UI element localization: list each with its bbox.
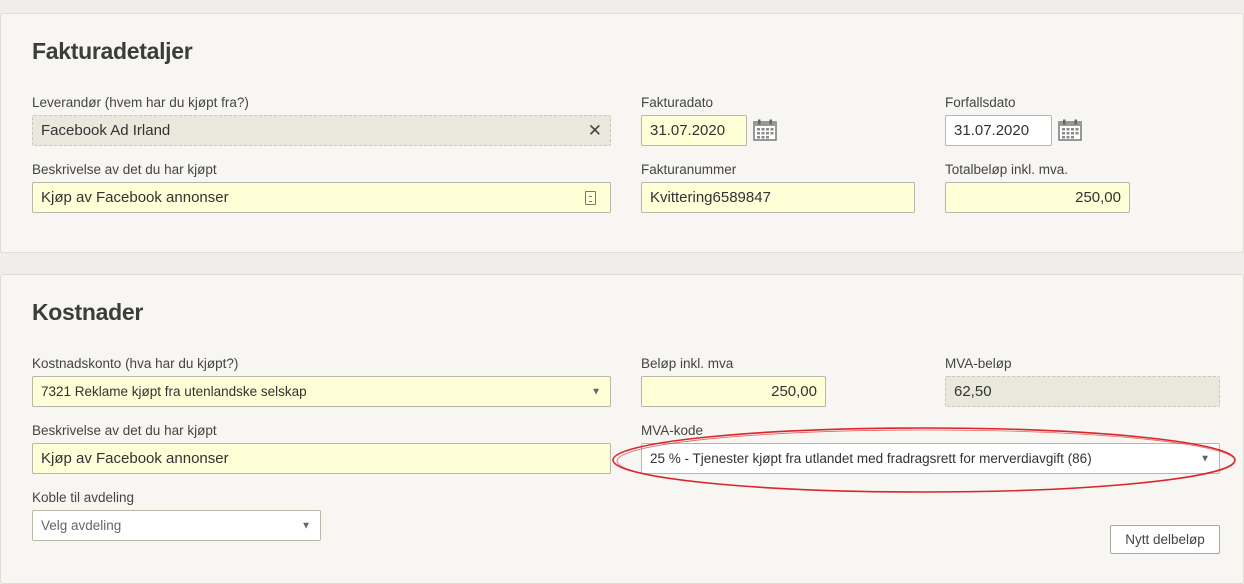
- chevron-down-icon: ▼: [1200, 453, 1210, 464]
- amount-input[interactable]: 250,00: [641, 376, 826, 407]
- vat-code-value: 25 % - Tjenester kjøpt fra utlandet med …: [650, 451, 1092, 466]
- supplier-value: Facebook Ad Irland: [41, 122, 171, 139]
- account-value: 7321 Reklame kjøpt fra utenlandske selsk…: [41, 384, 307, 399]
- invoice-details-heading: Fakturadetaljer: [32, 38, 193, 64]
- due-date-value: 31.07.2020: [954, 122, 1030, 139]
- due-date-label: Forfallsdato: [945, 95, 1016, 110]
- supplier-field[interactable]: Facebook Ad Irland ✕: [32, 115, 611, 146]
- invoice-date-label: Fakturadato: [641, 95, 714, 110]
- vat-code-select[interactable]: 25 % - Tjenester kjøpt fra utlandet med …: [641, 443, 1220, 474]
- cost-description-label: Beskrivelse av det du har kjøpt: [32, 423, 217, 438]
- invoice-details-panel: Fakturadetaljer Leverandør (hvem har du …: [0, 13, 1244, 253]
- chevron-down-icon: ▼: [301, 520, 311, 531]
- department-select[interactable]: Velg avdeling ▼: [32, 510, 321, 541]
- amount-value: 250,00: [771, 383, 817, 400]
- invoice-number-label: Fakturanummer: [641, 162, 737, 177]
- description-value: Kjøp av Facebook annonser: [41, 189, 229, 206]
- invoice-number-input[interactable]: Kvittering6589847: [641, 182, 915, 213]
- description-label: Beskrivelse av det du har kjøpt: [32, 162, 217, 177]
- cost-description-value: Kjøp av Facebook annonser: [41, 450, 229, 467]
- total-label: Totalbeløp inkl. mva.: [945, 162, 1069, 177]
- invoice-number-value: Kvittering6589847: [650, 189, 771, 206]
- cost-description-input[interactable]: Kjøp av Facebook annonser: [32, 443, 611, 474]
- total-input[interactable]: 250,00: [945, 182, 1130, 213]
- calendar-icon[interactable]: [1058, 119, 1082, 141]
- vat-amount-field: 62,50: [945, 376, 1220, 407]
- calendar-icon[interactable]: [753, 119, 777, 141]
- chevron-down-icon: ▼: [591, 386, 601, 397]
- supplier-label: Leverandør (hvem har du kjøpt fra?): [32, 95, 249, 110]
- costs-heading: Kostnader: [32, 299, 144, 325]
- due-date-input[interactable]: 31.07.2020: [945, 115, 1052, 146]
- amount-label: Beløp inkl. mva: [641, 356, 734, 371]
- new-line-button[interactable]: Nytt delbeløp: [1110, 525, 1220, 554]
- account-select[interactable]: 7321 Reklame kjøpt fra utenlandske selsk…: [32, 376, 611, 407]
- department-label: Koble til avdeling: [32, 490, 135, 505]
- vat-amount-value: 62,50: [954, 383, 992, 400]
- invoice-date-value: 31.07.2020: [650, 122, 726, 139]
- account-label: Kostnadskonto (hva har du kjøpt?): [32, 356, 239, 371]
- close-icon[interactable]: ✕: [588, 121, 602, 141]
- vat-amount-label: MVA-beløp: [945, 356, 1012, 371]
- department-placeholder: Velg avdeling: [41, 518, 122, 533]
- description-input[interactable]: Kjøp av Facebook annonser: [32, 182, 611, 213]
- vat-code-label: MVA-kode: [641, 423, 704, 438]
- invoice-date-input[interactable]: 31.07.2020: [641, 115, 747, 146]
- total-value: 250,00: [1075, 189, 1121, 206]
- document-icon[interactable]: [585, 190, 596, 205]
- costs-panel: Kostnader Kostnadskonto (hva har du kjøp…: [0, 274, 1244, 584]
